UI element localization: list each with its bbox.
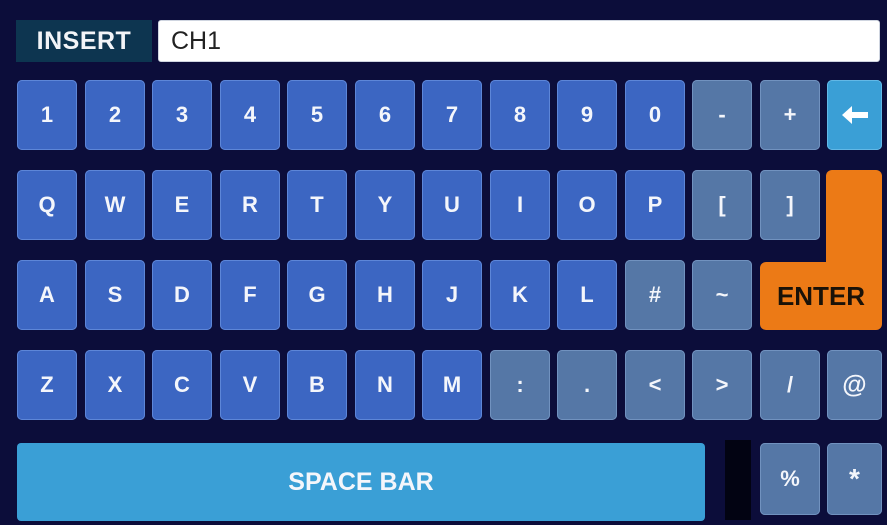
key-plus[interactable]: +: [760, 80, 820, 150]
key-c[interactable]: C: [152, 350, 212, 420]
key-u[interactable]: U: [422, 170, 482, 240]
key-k[interactable]: K: [490, 260, 550, 330]
key-at[interactable]: @: [827, 350, 882, 420]
key-b[interactable]: B: [287, 350, 347, 420]
key-n[interactable]: N: [355, 350, 415, 420]
key-left-bracket[interactable]: [: [692, 170, 752, 240]
backspace-key[interactable]: [827, 80, 882, 150]
key-g[interactable]: G: [287, 260, 347, 330]
key-m[interactable]: M: [422, 350, 482, 420]
key-tilde[interactable]: ~: [692, 260, 752, 330]
key-x[interactable]: X: [85, 350, 145, 420]
key-4[interactable]: 4: [220, 80, 280, 150]
key-e[interactable]: E: [152, 170, 212, 240]
key-j[interactable]: J: [422, 260, 482, 330]
key-slash[interactable]: /: [760, 350, 820, 420]
key-6[interactable]: 6: [355, 80, 415, 150]
key-t[interactable]: T: [287, 170, 347, 240]
key-3[interactable]: 3: [152, 80, 212, 150]
key-q[interactable]: Q: [17, 170, 77, 240]
key-percent[interactable]: %: [760, 443, 820, 515]
key-l[interactable]: L: [557, 260, 617, 330]
key-a[interactable]: A: [17, 260, 77, 330]
key-9[interactable]: 9: [557, 80, 617, 150]
key-1[interactable]: 1: [17, 80, 77, 150]
key-o[interactable]: O: [557, 170, 617, 240]
key-0[interactable]: 0: [625, 80, 685, 150]
key-minus[interactable]: -: [692, 80, 752, 150]
key-f[interactable]: F: [220, 260, 280, 330]
onscreen-keyboard: INSERT CH1 1 2 3 4 5 6 7 8 9 0 - + Q W E…: [0, 0, 887, 525]
key-5[interactable]: 5: [287, 80, 347, 150]
key-i[interactable]: I: [490, 170, 550, 240]
key-z[interactable]: Z: [17, 350, 77, 420]
key-asterisk[interactable]: *: [827, 443, 882, 515]
key-y[interactable]: Y: [355, 170, 415, 240]
key-7[interactable]: 7: [422, 80, 482, 150]
key-v[interactable]: V: [220, 350, 280, 420]
key-r[interactable]: R: [220, 170, 280, 240]
key-hash[interactable]: #: [625, 260, 685, 330]
enter-key-top[interactable]: [826, 170, 882, 270]
key-right-bracket[interactable]: ]: [760, 170, 820, 240]
key-greater-than[interactable]: >: [692, 350, 752, 420]
key-h[interactable]: H: [355, 260, 415, 330]
key-colon[interactable]: :: [490, 350, 550, 420]
key-period[interactable]: .: [557, 350, 617, 420]
key-w[interactable]: W: [85, 170, 145, 240]
key-s[interactable]: S: [85, 260, 145, 330]
key-less-than[interactable]: <: [625, 350, 685, 420]
key-8[interactable]: 8: [490, 80, 550, 150]
mode-label: INSERT: [16, 20, 152, 62]
divider: [725, 440, 751, 520]
key-2[interactable]: 2: [85, 80, 145, 150]
left-arrow-icon: [841, 106, 868, 124]
text-input-field[interactable]: CH1: [158, 20, 880, 62]
key-d[interactable]: D: [152, 260, 212, 330]
key-p[interactable]: P: [625, 170, 685, 240]
enter-key[interactable]: ENTER: [760, 262, 882, 330]
space-bar-key[interactable]: SPACE BAR: [17, 443, 705, 521]
